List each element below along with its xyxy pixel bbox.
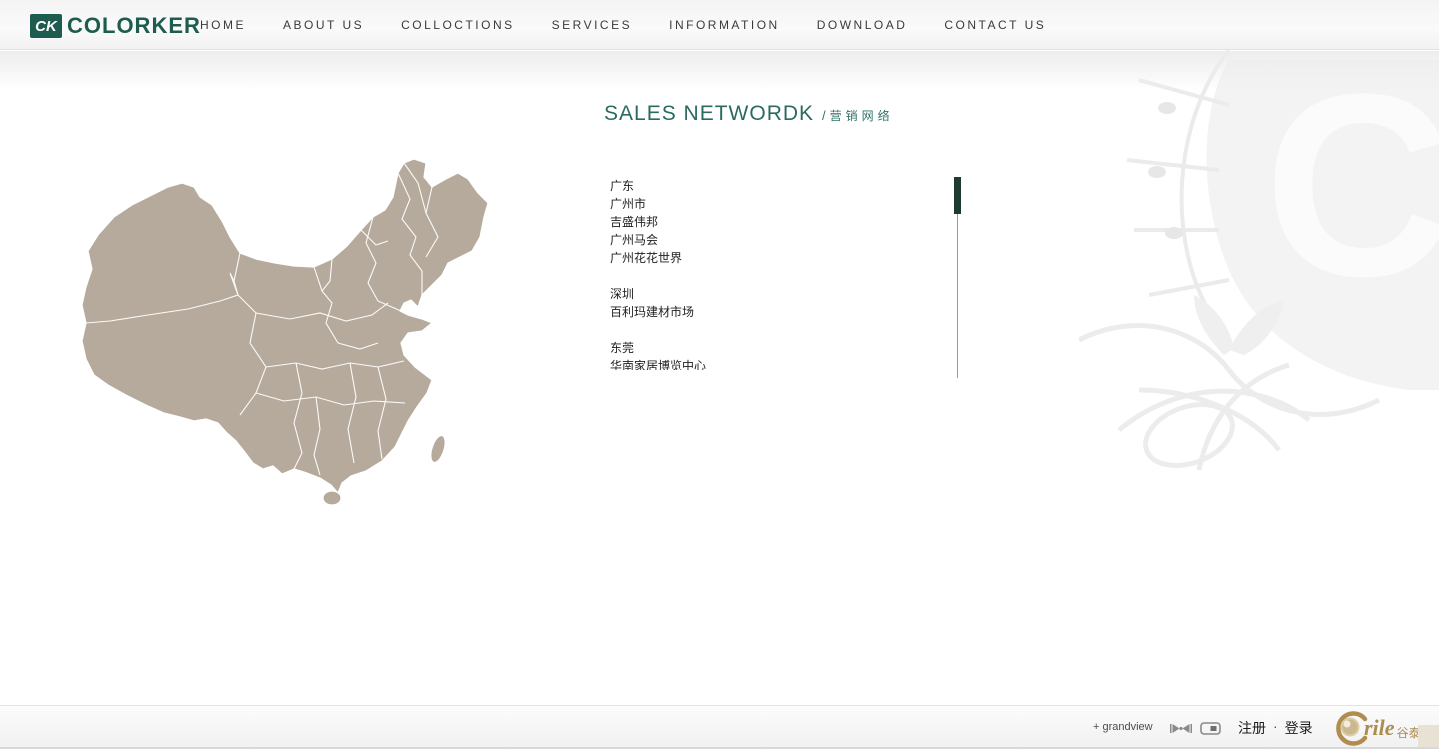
list-item-store[interactable]: 百利玛建材市场 [610,303,940,321]
scrollbar-thumb[interactable] [954,177,961,214]
ck-logo-icon: CK [30,14,62,38]
list-item-city[interactable]: 深圳 [610,285,940,303]
corner-block [1418,725,1439,747]
list-item-store[interactable]: 广州花花世界 [610,249,940,267]
main-nav: HOME ABOUT US COLLOCTIONS SERVICES INFOR… [200,0,1046,50]
watermark-dots [1148,102,1183,239]
hainan-island-shape[interactable] [323,491,341,505]
list-scrollbar[interactable] [953,177,963,378]
page-title-zh: 营销网络 [830,107,894,124]
brand-name: COLORKER [67,13,201,39]
watermark-leaves [1194,295,1284,355]
nav-item-services[interactable]: SERVICES [552,18,632,32]
page-title: SALES NETWORDK / 营销网络 [604,102,894,126]
list-spacer [610,321,940,339]
footer-bar: + grandview 注册 · 登录 rile 谷泰 [0,705,1439,749]
nav-item-download[interactable]: DOWNLOAD [817,18,908,32]
gtile-logo[interactable]: rile 谷泰 [1332,709,1421,747]
nav-item-collections[interactable]: COLLOCTIONS [401,18,515,32]
register-link[interactable]: 注册 [1238,718,1266,738]
nav-item-home[interactable]: HOME [200,18,246,32]
nav-item-information[interactable]: INFORMATION [669,18,780,32]
china-map[interactable] [70,153,490,505]
brand-logo[interactable]: CK COLORKER [30,13,201,39]
list-spacer [610,267,940,285]
page-title-separator: / [822,108,826,123]
auth-links: 注册 · 登录 [1238,718,1313,738]
gtile-logo-text: rile [1364,715,1395,741]
login-link[interactable]: 登录 [1285,718,1313,738]
list-item-store[interactable]: 广州马会 [610,231,940,249]
list-item-city[interactable]: 东莞 [610,339,940,357]
grandview-link[interactable]: + grandview [1093,721,1153,733]
nav-item-about-us[interactable]: ABOUT US [283,18,364,32]
taiwan-island-shape[interactable] [428,434,448,464]
page-title-en: SALES NETWORDK [604,102,814,126]
sales-network-list[interactable]: 广东 广州市 吉盛伟邦 广州马会 广州花花世界 深圳 百利玛建材市场 东莞 华南… [610,177,940,370]
auth-separator: · [1273,718,1278,738]
card-icon[interactable] [1200,722,1221,735]
header-shadow [0,51,1439,91]
list-item-store[interactable]: 吉盛伟邦 [610,213,940,231]
list-item-city[interactable]: 广州市 [610,195,940,213]
video-icon[interactable] [1170,722,1192,735]
list-item-province[interactable]: 广东 [610,177,940,195]
watermark-swirls [1079,326,1379,470]
nav-item-contact-us[interactable]: CONTACT US [944,18,1046,32]
watermark-letter-c: C [1264,50,1439,331]
background-watermark: C K [1079,50,1439,470]
watermark-letter-k: K [1424,50,1439,331]
watermark-flourish-graphic: C K [1079,50,1439,470]
gtile-logo-zh: 谷泰 [1397,724,1421,741]
list-item-store-clipped[interactable]: 华南家居博览中心 [610,357,940,370]
top-nav-bar: CK COLORKER HOME ABOUT US COLLOCTIONS SE… [0,0,1439,50]
watermark-shield [1207,60,1439,390]
